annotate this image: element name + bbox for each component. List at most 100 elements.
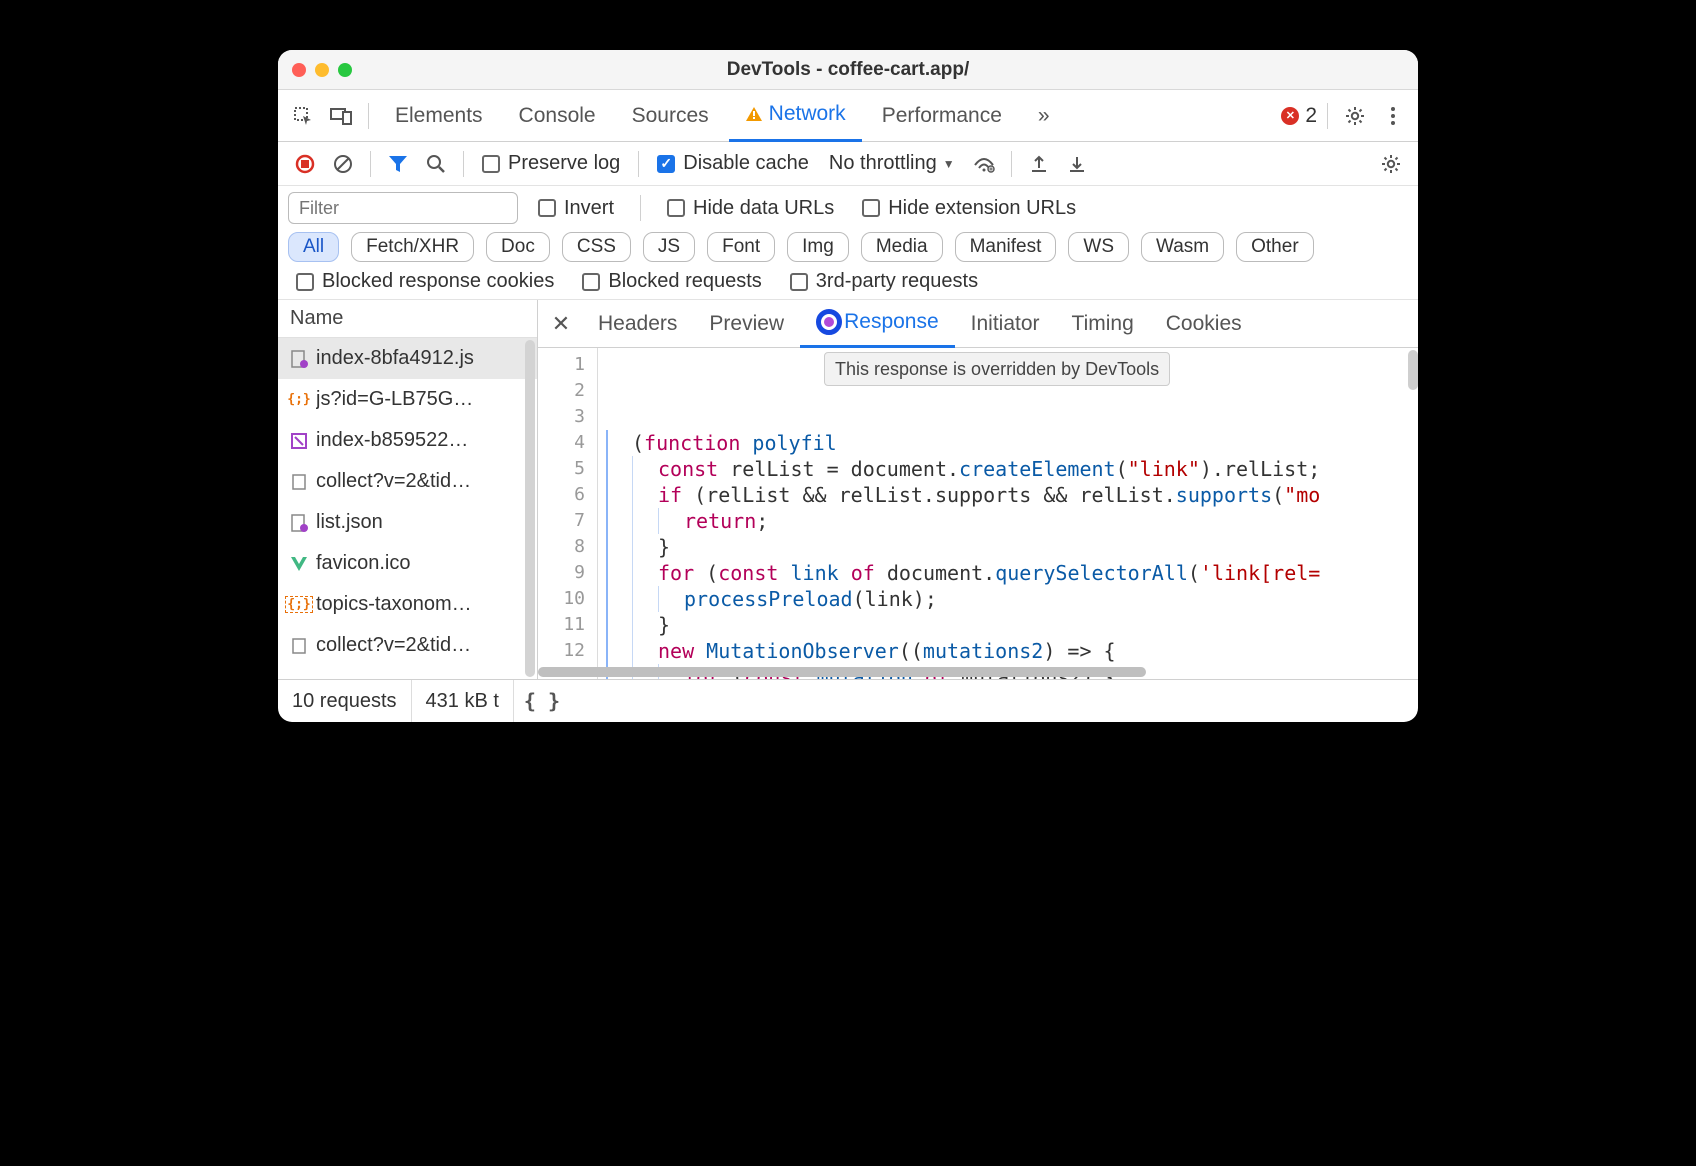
request-name: js?id=G-LB75G…	[316, 388, 473, 411]
filter-input[interactable]	[288, 192, 518, 224]
request-name: index-b859522…	[316, 429, 468, 452]
record-button[interactable]	[288, 147, 322, 181]
error-count-badge[interactable]: 2	[1281, 104, 1317, 128]
panel-tab-elements[interactable]: Elements	[379, 90, 499, 142]
detail-tab-cookies[interactable]: Cookies	[1150, 300, 1258, 348]
zoom-window-button[interactable]	[338, 63, 352, 77]
close-window-button[interactable]	[292, 63, 306, 77]
request-name: favicon.ico	[316, 552, 411, 575]
third-party-checkbox[interactable]: 3rd-party requests	[782, 270, 986, 293]
type-pill-fetch-xhr[interactable]: Fetch/XHR	[351, 232, 474, 262]
code-line: (function polyfil	[606, 430, 1410, 456]
type-pill-font[interactable]: Font	[707, 232, 775, 262]
hide-extension-urls-checkbox[interactable]: Hide extension URLs	[854, 197, 1084, 220]
response-code[interactable]: 123456789101112 (function polyfilconst r…	[538, 348, 1418, 679]
type-pill-ws[interactable]: WS	[1068, 232, 1129, 262]
export-har-icon[interactable]	[1022, 147, 1056, 181]
json-icon	[290, 514, 308, 532]
request-row[interactable]: index-8bfa4912.js	[278, 338, 537, 379]
clear-icon[interactable]	[326, 147, 360, 181]
doc-icon	[290, 473, 308, 491]
kebab-menu-icon[interactable]	[1376, 99, 1410, 133]
window-title: DevTools - coffee-cart.app/	[278, 59, 1418, 81]
panel-tab-sources[interactable]: Sources	[616, 90, 725, 142]
request-row[interactable]: favicon.ico	[278, 543, 537, 584]
network-conditions-icon[interactable]	[967, 147, 1001, 181]
type-pill-doc[interactable]: Doc	[486, 232, 550, 262]
detail-tab-headers[interactable]: Headers	[582, 300, 693, 348]
devtools-window: DevTools - coffee-cart.app/ ElementsCons…	[278, 50, 1418, 722]
detail-tab-timing[interactable]: Timing	[1056, 300, 1150, 348]
scrollbar-horizontal[interactable]	[538, 667, 1406, 679]
settings-icon[interactable]	[1338, 99, 1372, 133]
panel-tab-network[interactable]: Network	[729, 90, 862, 142]
request-row[interactable]: {;} js?id=G-LB75G…	[278, 379, 537, 420]
status-transferred: 431 kB t	[412, 680, 514, 722]
divider	[368, 103, 369, 129]
request-row[interactable]: collect?v=2&tid…	[278, 461, 537, 502]
disable-cache-checkbox[interactable]: Disable cache	[649, 152, 817, 175]
request-row[interactable]: collect?v=2&tid…	[278, 625, 537, 666]
request-detail-pane: ✕ HeadersPreviewResponseInitiatorTimingC…	[538, 300, 1418, 679]
search-icon[interactable]	[419, 147, 453, 181]
more-tabs-button[interactable]: »	[1022, 90, 1066, 142]
panel-tab-performance[interactable]: Performance	[866, 90, 1018, 142]
blocked-requests-checkbox[interactable]: Blocked requests	[574, 270, 769, 293]
code-lines[interactable]: (function polyfilconst relList = documen…	[598, 348, 1418, 679]
request-list[interactable]: index-8bfa4912.js {;} js?id=G-LB75G… index-…	[278, 338, 537, 679]
pretty-print-icon[interactable]: { }	[514, 689, 570, 713]
panel-tab-console[interactable]: Console	[503, 90, 612, 142]
throttling-select[interactable]: No throttling ▼	[821, 152, 963, 175]
request-name: collect?v=2&tid…	[316, 634, 471, 657]
preserve-log-checkbox[interactable]: Preserve log	[474, 152, 628, 175]
detail-tabs: ✕ HeadersPreviewResponseInitiatorTimingC…	[538, 300, 1418, 348]
type-pill-js[interactable]: JS	[643, 232, 695, 262]
code-line: return;	[606, 508, 1410, 534]
device-toggle-icon[interactable]	[324, 99, 358, 133]
type-pill-css[interactable]: CSS	[562, 232, 631, 262]
chevron-down-icon: ▼	[943, 157, 955, 171]
override-indicator-icon	[816, 309, 842, 335]
code-line: if (relList && relList.supports && relLi…	[606, 482, 1410, 508]
filter-icon[interactable]	[381, 147, 415, 181]
minimize-window-button[interactable]	[315, 63, 329, 77]
request-row[interactable]: list.json	[278, 502, 537, 543]
code-line: for (const link of document.querySelecto…	[606, 560, 1410, 586]
panel-tabs: ElementsConsoleSourcesNetworkPerformance…	[278, 90, 1418, 142]
detail-tab-response[interactable]: Response	[800, 300, 955, 348]
type-pill-all[interactable]: All	[288, 232, 339, 262]
close-detail-icon[interactable]: ✕	[544, 307, 578, 341]
scrollbar-vertical[interactable]	[1408, 350, 1418, 390]
request-name: list.json	[316, 511, 383, 534]
filter-bar: Invert Hide data URLs Hide extension URL…	[278, 186, 1418, 300]
divider	[1327, 103, 1328, 129]
type-pill-img[interactable]: Img	[787, 232, 849, 262]
checkbox-icon	[482, 155, 500, 173]
type-pill-wasm[interactable]: Wasm	[1141, 232, 1224, 262]
type-pill-other[interactable]: Other	[1236, 232, 1314, 262]
request-row[interactable]: {;}topics-taxonom…	[278, 584, 537, 625]
detail-tab-initiator[interactable]: Initiator	[955, 300, 1056, 348]
blocked-cookies-checkbox[interactable]: Blocked response cookies	[288, 270, 562, 293]
network-toolbar: Preserve log Disable cache No throttling…	[278, 142, 1418, 186]
doc-icon	[290, 637, 308, 655]
js-override-icon	[290, 350, 308, 368]
type-pill-media[interactable]: Media	[861, 232, 943, 262]
invert-checkbox[interactable]: Invert	[530, 197, 622, 220]
braces-orange-icon: {;}	[290, 391, 308, 409]
request-name: topics-taxonom…	[316, 593, 472, 616]
network-settings-icon[interactable]	[1374, 147, 1408, 181]
code-line: }	[606, 534, 1410, 560]
request-row[interactable]: index-b859522…	[278, 420, 537, 461]
list-header-name[interactable]: Name	[278, 300, 537, 338]
import-har-icon[interactable]	[1060, 147, 1094, 181]
inspect-icon[interactable]	[286, 99, 320, 133]
request-list-pane: Name index-8bfa4912.js{;}js?id=G-LB75G…i…	[278, 300, 538, 679]
warning-icon	[745, 106, 763, 122]
request-name: index-8bfa4912.js	[316, 347, 474, 370]
hide-data-urls-checkbox[interactable]: Hide data URLs	[659, 197, 842, 220]
code-line: new MutationObserver((mutations2) => {	[606, 638, 1410, 664]
type-pill-manifest[interactable]: Manifest	[955, 232, 1057, 262]
detail-tab-preview[interactable]: Preview	[693, 300, 800, 348]
scrollbar-vertical[interactable]	[525, 340, 535, 677]
